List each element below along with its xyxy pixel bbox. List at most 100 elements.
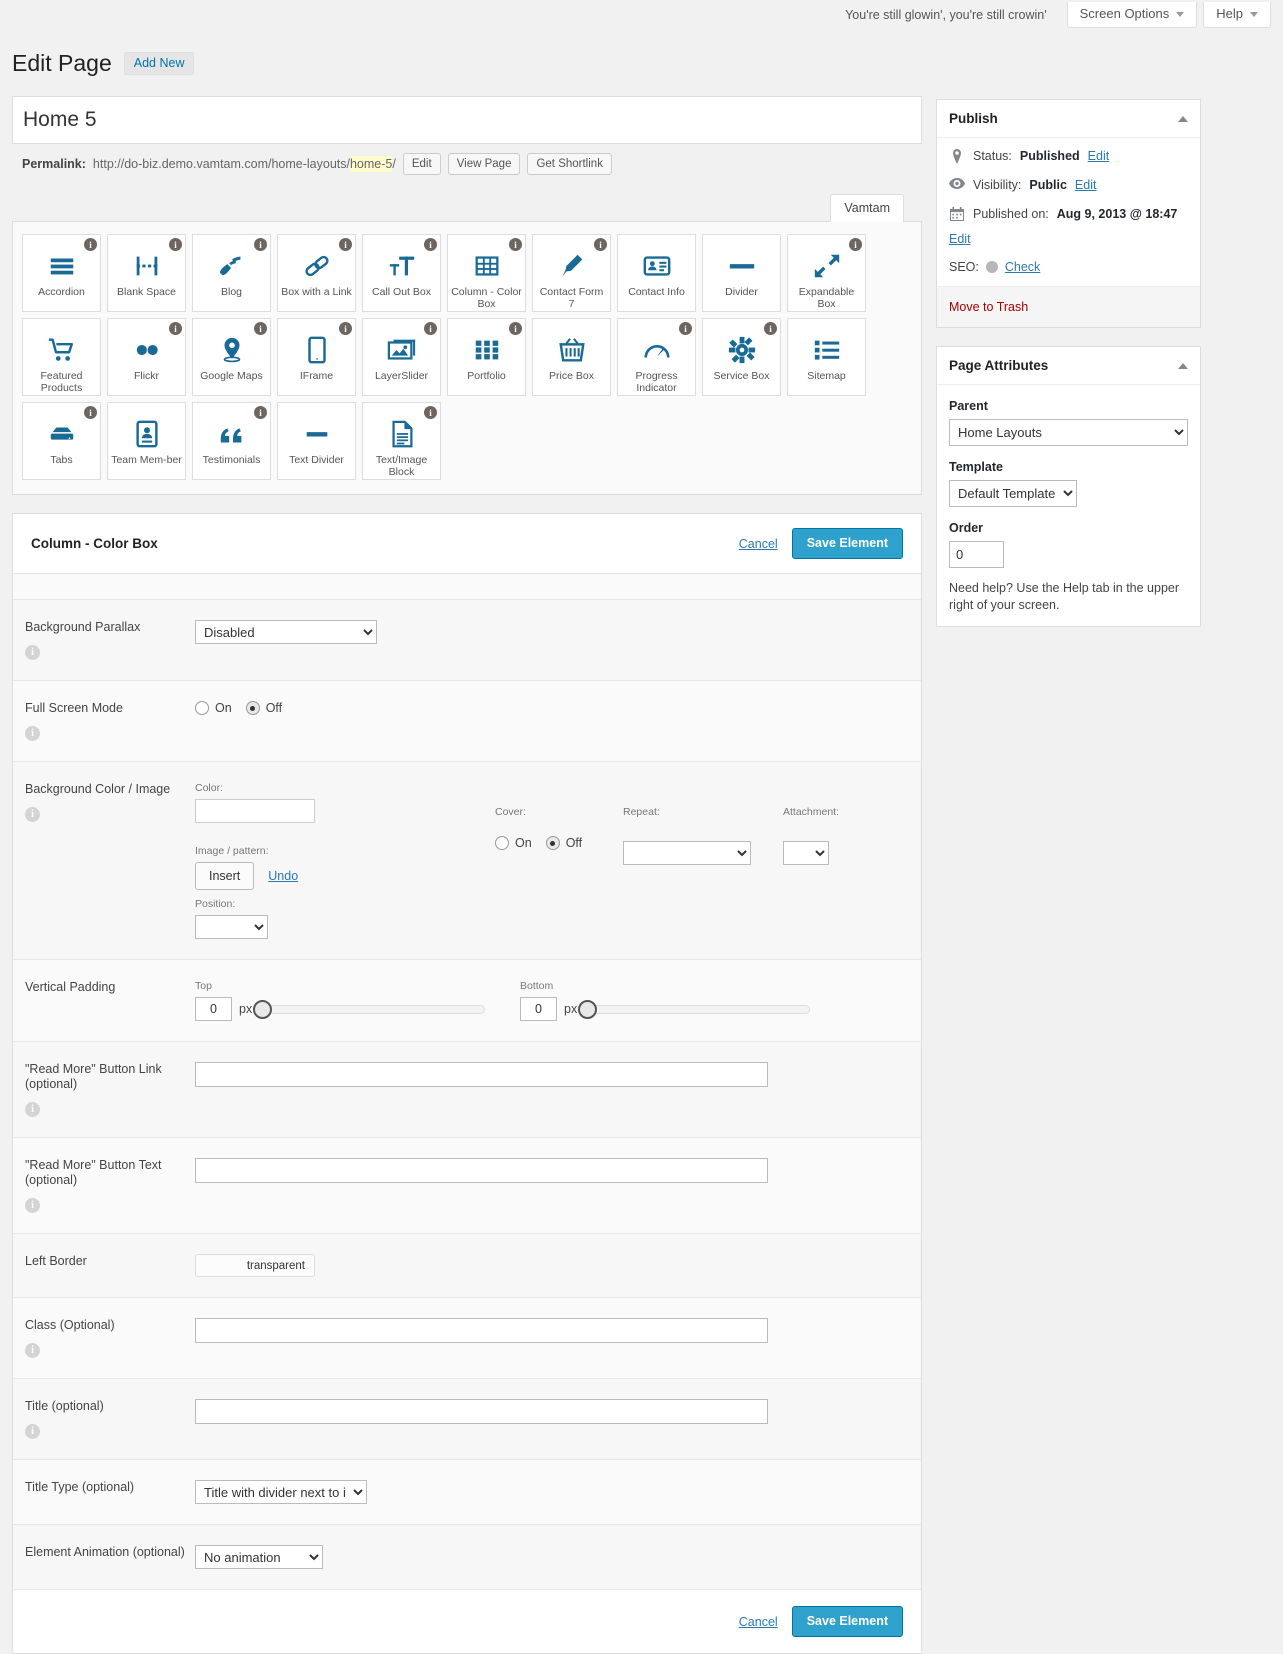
info-icon[interactable]: i xyxy=(509,322,522,335)
info-icon[interactable]: i xyxy=(254,406,267,419)
element-tile-portfolio[interactable]: Portfolioi xyxy=(447,318,526,396)
info-icon[interactable]: i xyxy=(84,238,97,251)
info-icon[interactable]: i xyxy=(509,238,522,251)
radio-checked-icon[interactable] xyxy=(546,836,560,850)
element-tile-text-divider[interactable]: Text Divider xyxy=(277,402,356,480)
element-tile-google-maps[interactable]: Google Mapsi xyxy=(192,318,271,396)
title-type-select[interactable]: Title with divider next to it xyxy=(195,1480,367,1504)
info-icon[interactable]: i xyxy=(169,238,182,251)
background-repeat-select[interactable] xyxy=(623,841,751,865)
info-icon[interactable]: i xyxy=(424,238,437,251)
class-input[interactable] xyxy=(195,1318,768,1343)
left-border-color-picker[interactable]: transparent xyxy=(195,1254,315,1277)
save-element-button-top[interactable]: Save Element xyxy=(792,528,903,559)
info-icon[interactable]: i xyxy=(169,322,182,335)
full-screen-mode-on[interactable]: On xyxy=(195,701,232,715)
cancel-link-top[interactable]: Cancel xyxy=(739,537,778,551)
published-on-edit-link[interactable]: Edit xyxy=(949,231,1188,248)
info-icon[interactable]: i xyxy=(254,322,267,335)
element-tile-call-out-box[interactable]: Call Out Boxi xyxy=(362,234,441,312)
save-element-button-bottom[interactable]: Save Element xyxy=(792,1606,903,1637)
info-icon[interactable]: i xyxy=(25,1343,40,1358)
add-new-button[interactable]: Add New xyxy=(124,52,195,75)
post-title-input[interactable] xyxy=(21,100,913,140)
element-tile-divider[interactable]: Divider xyxy=(702,234,781,312)
element-tile-progress-indicator[interactable]: Progress Indicatori xyxy=(617,318,696,396)
element-tile-tabs[interactable]: Tabsi xyxy=(22,402,101,480)
get-shortlink-button[interactable]: Get Shortlink xyxy=(527,153,611,175)
background-attachment-select[interactable] xyxy=(783,841,829,865)
element-tile-blog[interactable]: Blogi xyxy=(192,234,271,312)
cancel-link-bottom[interactable]: Cancel xyxy=(739,1615,778,1629)
radio-unchecked-icon[interactable] xyxy=(195,701,209,715)
info-icon[interactable]: i xyxy=(25,1424,40,1439)
parent-select[interactable]: Home Layouts xyxy=(949,419,1188,446)
radio-checked-icon[interactable] xyxy=(246,701,260,715)
title-input[interactable] xyxy=(195,1399,768,1424)
slider-handle[interactable] xyxy=(578,1000,597,1019)
help-button[interactable]: Help xyxy=(1203,2,1271,28)
background-parallax-select[interactable]: Disabled xyxy=(195,620,377,644)
info-icon[interactable]: i xyxy=(764,322,777,335)
info-icon[interactable]: i xyxy=(25,1198,40,1213)
radio-unchecked-icon[interactable] xyxy=(495,836,509,850)
read-more-link-input[interactable] xyxy=(195,1062,768,1087)
info-icon[interactable]: i xyxy=(339,322,352,335)
element-tile-testimonials[interactable]: Testimonialsi xyxy=(192,402,271,480)
template-select[interactable]: Default Template xyxy=(949,480,1077,507)
info-icon[interactable]: i xyxy=(424,322,437,335)
screen-options-button[interactable]: Screen Options xyxy=(1067,2,1198,28)
info-icon[interactable]: i xyxy=(25,807,40,822)
info-icon[interactable]: i xyxy=(594,238,607,251)
read-more-text-input[interactable] xyxy=(195,1158,768,1183)
tab-vamtam[interactable]: Vamtam xyxy=(830,194,904,222)
element-animation-select[interactable]: No animation xyxy=(195,1545,323,1569)
padding-top-slider[interactable] xyxy=(259,1005,485,1014)
element-tile-team-mem-ber[interactable]: Team Mem-ber xyxy=(107,402,186,480)
element-tile-text-image-block[interactable]: Text/Image Blocki xyxy=(362,402,441,480)
element-tile-contact-info[interactable]: Contact Info xyxy=(617,234,696,312)
background-position-select[interactable] xyxy=(195,915,268,939)
order-input[interactable] xyxy=(949,541,1004,568)
slider-handle[interactable] xyxy=(253,1000,272,1019)
element-tile-accordion[interactable]: Accordioni xyxy=(22,234,101,312)
element-tile-price-box[interactable]: Price Box xyxy=(532,318,611,396)
chevron-up-icon[interactable] xyxy=(1178,363,1188,369)
element-tile-iframe[interactable]: IFramei xyxy=(277,318,356,396)
background-color-input[interactable] xyxy=(195,799,315,823)
padding-bottom-input[interactable] xyxy=(520,997,557,1021)
info-icon[interactable]: i xyxy=(679,322,692,335)
info-icon[interactable]: i xyxy=(254,238,267,251)
element-tile-featured-products[interactable]: Featured Products xyxy=(22,318,101,396)
info-icon[interactable]: i xyxy=(84,406,97,419)
info-icon[interactable]: i xyxy=(424,406,437,419)
permalink-edit-button[interactable]: Edit xyxy=(403,153,441,175)
info-icon[interactable]: i xyxy=(849,238,862,251)
cover-on[interactable]: On xyxy=(495,836,532,850)
element-tile-blank-space[interactable]: Blank Spacei xyxy=(107,234,186,312)
full-screen-mode-off[interactable]: Off xyxy=(246,701,282,715)
padding-top-input[interactable] xyxy=(195,997,232,1021)
element-tile-service-box[interactable]: Service Boxi xyxy=(702,318,781,396)
element-tile-column-color-box[interactable]: Column - Color Boxi xyxy=(447,234,526,312)
cover-off[interactable]: Off xyxy=(546,836,582,850)
element-tile-contact-form-7[interactable]: Contact Form 7i xyxy=(532,234,611,312)
element-tile-layerslider[interactable]: LayerSlideri xyxy=(362,318,441,396)
element-tile-flickr[interactable]: Flickri xyxy=(107,318,186,396)
info-icon[interactable]: i xyxy=(339,238,352,251)
info-icon[interactable]: i xyxy=(25,726,40,741)
info-icon[interactable]: i xyxy=(25,1102,40,1117)
padding-bottom-slider[interactable] xyxy=(584,1005,810,1014)
visibility-edit-link[interactable]: Edit xyxy=(1075,177,1097,194)
info-icon[interactable]: i xyxy=(25,645,40,660)
view-page-button[interactable]: View Page xyxy=(448,153,521,175)
element-tile-expandable-box[interactable]: Expandable Boxi xyxy=(787,234,866,312)
undo-link[interactable]: Undo xyxy=(268,869,298,883)
element-tile-box-with-a-link[interactable]: Box with a Linki xyxy=(277,234,356,312)
move-to-trash-link[interactable]: Move to Trash xyxy=(949,300,1028,314)
insert-image-button[interactable]: Insert xyxy=(195,862,254,890)
element-tile-sitemap[interactable]: Sitemap xyxy=(787,318,866,396)
chevron-up-icon[interactable] xyxy=(1178,116,1188,122)
seo-check-link[interactable]: Check xyxy=(1005,260,1040,274)
status-edit-link[interactable]: Edit xyxy=(1088,148,1110,165)
